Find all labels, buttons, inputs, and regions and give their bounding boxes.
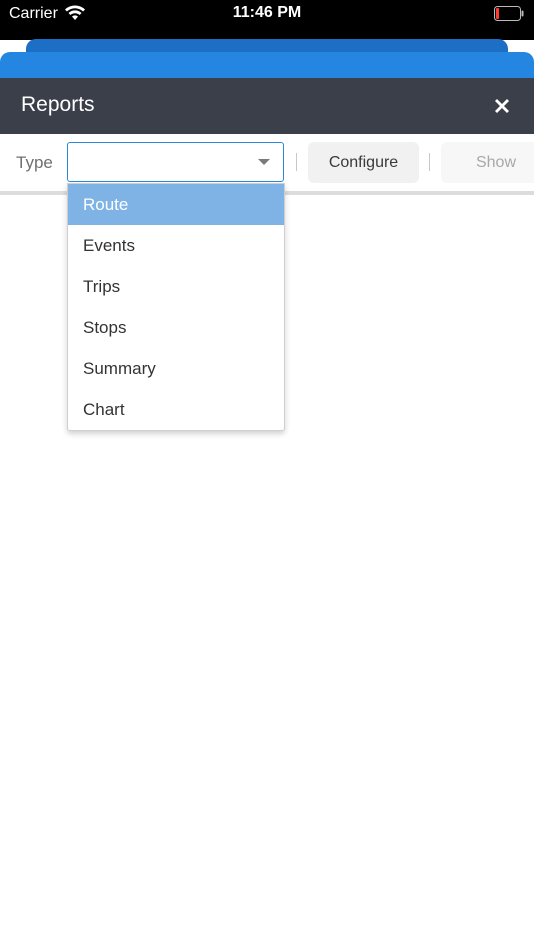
clock: 11:46 PM xyxy=(232,4,302,21)
type-select[interactable] xyxy=(67,142,284,182)
dropdown-option-summary[interactable]: Summary xyxy=(68,348,284,389)
close-icon[interactable] xyxy=(490,94,514,118)
configure-button[interactable]: Configure xyxy=(308,142,419,183)
dropdown-option-chart[interactable]: Chart xyxy=(68,389,284,430)
reports-header: Reports xyxy=(0,78,534,134)
separator xyxy=(296,153,297,171)
show-button[interactable]: Show xyxy=(441,142,534,183)
type-label: Type xyxy=(16,153,53,172)
chevron-down-icon xyxy=(258,159,270,165)
type-dropdown-list: Route Events Trips Stops Summary Chart xyxy=(67,183,285,431)
dropdown-option-trips[interactable]: Trips xyxy=(68,266,284,307)
battery-icon xyxy=(494,6,524,21)
dropdown-option-route[interactable]: Route xyxy=(68,184,284,225)
dropdown-option-stops[interactable]: Stops xyxy=(68,307,284,348)
status-bar: Carrier 11:46 PM xyxy=(0,0,534,40)
dropdown-option-events[interactable]: Events xyxy=(68,225,284,266)
page-title: Reports xyxy=(21,93,95,116)
separator xyxy=(429,153,430,171)
